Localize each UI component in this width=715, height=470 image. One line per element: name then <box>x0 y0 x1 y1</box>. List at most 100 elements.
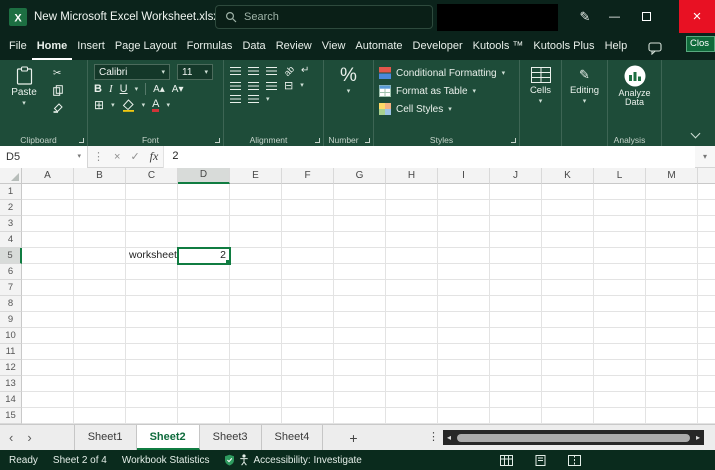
cell-partial[interactable] <box>698 360 715 376</box>
cell-K1[interactable] <box>542 184 594 200</box>
column-header-L[interactable]: L <box>594 168 646 184</box>
cell-J5[interactable] <box>490 248 542 264</box>
tab-options-kebab-icon[interactable]: ⋮ <box>428 425 439 451</box>
column-header-K[interactable]: K <box>542 168 594 184</box>
cell-G3[interactable] <box>334 216 386 232</box>
cell-M13[interactable] <box>646 376 698 392</box>
cell-C5[interactable]: worksheet <box>126 248 178 264</box>
cell-I15[interactable] <box>438 408 490 424</box>
scroll-left-icon[interactable]: ◂ <box>447 433 451 442</box>
cell-G9[interactable] <box>334 312 386 328</box>
row-header-9[interactable]: 9 <box>0 312 22 328</box>
cell-partial[interactable] <box>698 184 715 200</box>
sheet-tab-sheet1[interactable]: Sheet1 <box>74 425 137 450</box>
page-break-preview-icon[interactable] <box>568 455 581 466</box>
cell-D3[interactable] <box>178 216 230 232</box>
font-dialog-launcher[interactable] <box>215 138 220 143</box>
cell-partial[interactable] <box>698 344 715 360</box>
cell-I8[interactable] <box>438 296 490 312</box>
row-header-3[interactable]: 3 <box>0 216 22 232</box>
cell-D2[interactable] <box>178 200 230 216</box>
menu-tab-home[interactable]: Home <box>32 36 73 60</box>
cell-I1[interactable] <box>438 184 490 200</box>
cell-D7[interactable] <box>178 280 230 296</box>
cell-K4[interactable] <box>542 232 594 248</box>
cell-C4[interactable] <box>126 232 178 248</box>
cell-B3[interactable] <box>74 216 126 232</box>
merge-dropdown-icon[interactable]: ▾ <box>300 82 304 89</box>
cell-A12[interactable] <box>22 360 74 376</box>
cell-H10[interactable] <box>386 328 438 344</box>
cell-K13[interactable] <box>542 376 594 392</box>
column-header-M[interactable]: M <box>646 168 698 184</box>
workbook-statistics-button[interactable]: Workbook Statistics <box>122 455 210 466</box>
cell-D8[interactable] <box>178 296 230 312</box>
cell-B14[interactable] <box>74 392 126 408</box>
maximize-button[interactable] <box>631 0 662 33</box>
selection-fill-handle[interactable] <box>225 259 230 264</box>
cell-H5[interactable] <box>386 248 438 264</box>
cell-F2[interactable] <box>282 200 334 216</box>
cell-H12[interactable] <box>386 360 438 376</box>
cell-J2[interactable] <box>490 200 542 216</box>
cell-C11[interactable] <box>126 344 178 360</box>
normal-view-icon[interactable] <box>500 455 513 466</box>
cell-L4[interactable] <box>594 232 646 248</box>
cell-B13[interactable] <box>74 376 126 392</box>
insert-function-icon[interactable]: fx <box>145 149 164 164</box>
cell-M4[interactable] <box>646 232 698 248</box>
underline-button[interactable]: U <box>120 83 128 95</box>
cell-A1[interactable] <box>22 184 74 200</box>
row-header-4[interactable]: 4 <box>0 232 22 248</box>
cell-partial[interactable] <box>698 280 715 296</box>
cell-K15[interactable] <box>542 408 594 424</box>
cell-C14[interactable] <box>126 392 178 408</box>
excel-logo-icon[interactable]: X <box>9 8 27 26</box>
fill-color-dropdown-icon[interactable]: ▾ <box>142 102 146 109</box>
column-header-I[interactable]: I <box>438 168 490 184</box>
cell-A14[interactable] <box>22 392 74 408</box>
formula-bar-kebab-icon[interactable]: ⋮ <box>88 150 109 163</box>
cell-G5[interactable] <box>334 248 386 264</box>
cell-E1[interactable] <box>230 184 282 200</box>
cell-A15[interactable] <box>22 408 74 424</box>
cell-C1[interactable] <box>126 184 178 200</box>
cell-K14[interactable] <box>542 392 594 408</box>
cell-B2[interactable] <box>74 200 126 216</box>
borders-dropdown-icon[interactable]: ▾ <box>111 102 115 109</box>
close-button[interactable]: × <box>679 0 715 33</box>
cell-E5[interactable] <box>230 248 282 264</box>
row-header-10[interactable]: 10 <box>0 328 22 344</box>
cell-D6[interactable] <box>178 264 230 280</box>
cell-styles-button[interactable]: Cell Styles ▾ <box>377 100 516 118</box>
cell-L13[interactable] <box>594 376 646 392</box>
menu-tab-kutools-[interactable]: Kutools ™ <box>468 36 529 60</box>
cell-G11[interactable] <box>334 344 386 360</box>
cell-J1[interactable] <box>490 184 542 200</box>
cell-I4[interactable] <box>438 232 490 248</box>
font-size-select[interactable]: 11 ▾ <box>177 64 213 80</box>
cell-E11[interactable] <box>230 344 282 360</box>
cell-J9[interactable] <box>490 312 542 328</box>
cell-H2[interactable] <box>386 200 438 216</box>
cell-E4[interactable] <box>230 232 282 248</box>
cell-H14[interactable] <box>386 392 438 408</box>
row-header-15[interactable]: 15 <box>0 408 22 424</box>
cell-C9[interactable] <box>126 312 178 328</box>
minimize-button[interactable]: — <box>599 0 630 33</box>
cell-D4[interactable] <box>178 232 230 248</box>
cell-F4[interactable] <box>282 232 334 248</box>
cell-L5[interactable] <box>594 248 646 264</box>
cell-M10[interactable] <box>646 328 698 344</box>
cell-F7[interactable] <box>282 280 334 296</box>
cell-C10[interactable] <box>126 328 178 344</box>
number-dialog-launcher[interactable] <box>365 138 370 143</box>
cell-F11[interactable] <box>282 344 334 360</box>
cell-partial[interactable] <box>698 232 715 248</box>
cell-I3[interactable] <box>438 216 490 232</box>
format-painter-button[interactable] <box>53 102 64 113</box>
cell-H15[interactable] <box>386 408 438 424</box>
align-left-button[interactable] <box>230 82 241 90</box>
expand-formula-bar-icon[interactable]: ▾ <box>695 152 715 161</box>
cell-J11[interactable] <box>490 344 542 360</box>
